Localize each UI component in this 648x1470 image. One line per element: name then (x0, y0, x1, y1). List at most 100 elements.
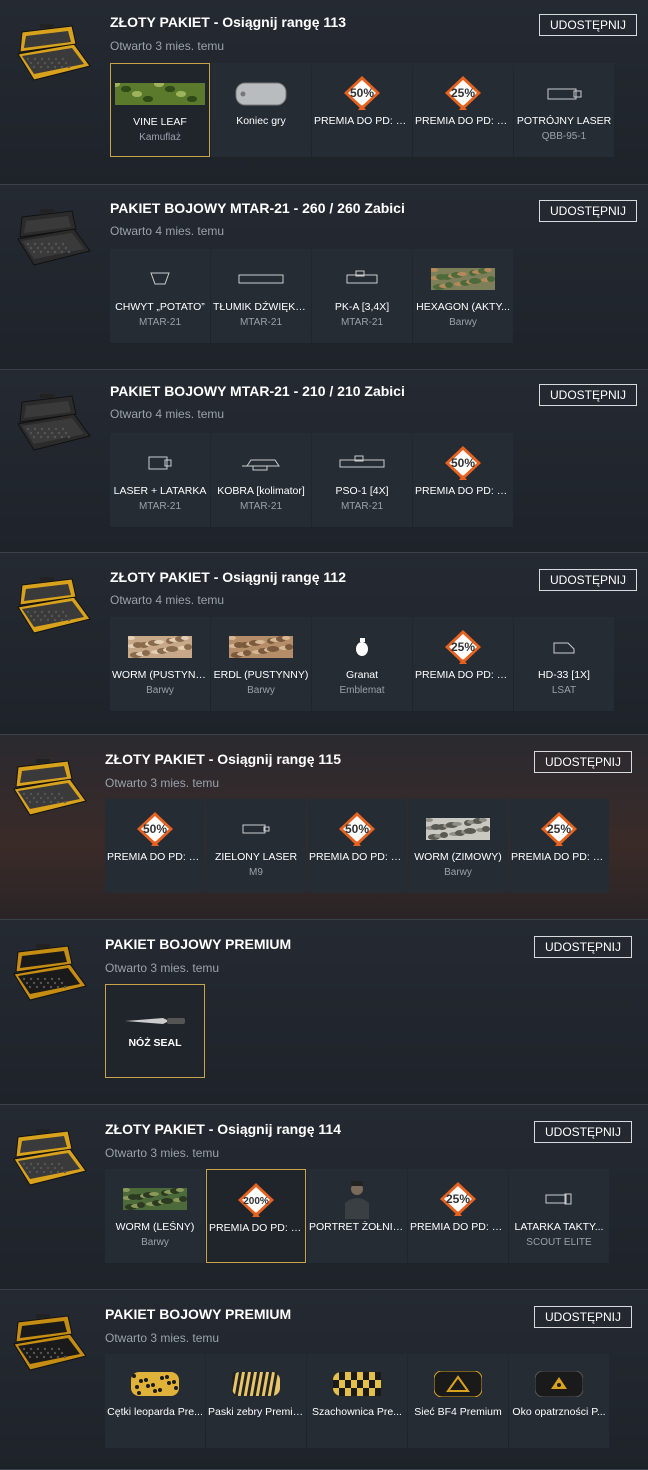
reward-item-portret-z-o-nie[interactable]: PORTRET ŻOŁNIE... (307, 1169, 407, 1263)
pack-card: PAKIET BOJOWY PREMIUM Otwarto 3 mies. tem… (0, 1290, 648, 1470)
reward-name: PORTRET ŻOŁNIE... (309, 1221, 405, 1233)
reward-list: NÓŻ SEAL (105, 984, 206, 1078)
share-button[interactable]: UDOSTĘPNIJ (539, 384, 637, 406)
reward-name: NÓŻ SEAL (128, 1037, 182, 1049)
reward-item-granat[interactable]: Granat Emblemat (312, 617, 412, 711)
checker-icon (307, 1366, 407, 1402)
reward-item-potro-jny-laser[interactable]: POTRÓJNY LASER QBB-95-1 (514, 63, 614, 157)
pack-title: ZŁOTY PAKIET - Osiągnij rangę 114 (105, 1121, 341, 1137)
reward-item-t-umik-dz-wie-ku[interactable]: TŁUMIK DŹWIĘKU ... MTAR-21 (211, 249, 311, 343)
black-case-icon (12, 207, 94, 277)
camo-hex-icon (413, 261, 513, 297)
reward-item-latarka-takty[interactable]: LATARKA TAKTY... SCOUT ELITE (509, 1169, 609, 1263)
reward-item-premia-do-pd-50[interactable]: 50% PREMIA DO PD: 50% (105, 799, 205, 893)
reward-item-erdl-pustynny[interactable]: ERDL (PUSTYNNY) Barwy (211, 617, 311, 711)
reward-item-pk-a-3-4x[interactable]: PK-A [3,4X] MTAR-21 (312, 249, 412, 343)
reward-item-zielony-laser[interactable]: ZIELONY LASER M9 (206, 799, 306, 893)
reward-list: 50% PREMIA DO PD: 50% ZIELONY LASER M9 50%… (105, 799, 610, 893)
reward-item-worm-les-ny[interactable]: WORM (LEŚNY) Barwy (105, 1169, 205, 1263)
reward-name: POTRÓJNY LASER (516, 115, 612, 127)
share-button[interactable]: UDOSTĘPNIJ (539, 200, 637, 222)
reward-item-oko-opatrznos-ci-p[interactable]: Oko opatrzności P... (509, 1354, 609, 1448)
reward-item-laser-latarka[interactable]: LASER + LATARKA MTAR-21 (110, 433, 210, 527)
opened-time: Otwarto 3 mies. temu (105, 1146, 220, 1160)
share-button[interactable]: UDOSTĘPNIJ (534, 936, 632, 958)
reward-item-szachownica-pre[interactable]: Szachownica Pre... (307, 1354, 407, 1448)
camo-woodland-icon (105, 1181, 205, 1217)
laser-light-icon (110, 445, 210, 481)
reward-item-vine-leaf[interactable]: VINE LEAF Kamuflaż (110, 63, 210, 157)
share-button[interactable]: UDOSTĘPNIJ (539, 14, 637, 36)
reward-item-hexagon-akty[interactable]: HEXAGON (AKTY... Barwy (413, 249, 513, 343)
pack-title: PAKIET BOJOWY MTAR-21 - 210 / 210 Zabici (110, 383, 405, 399)
reward-item-pso-1-4x[interactable]: PSO-1 [4X] MTAR-21 (312, 433, 412, 527)
reward-category: LSAT (551, 685, 577, 696)
reward-name: Oko opatrzności P... (512, 1406, 606, 1418)
reward-item-hd-33-1x[interactable]: HD-33 [1X] LSAT (514, 617, 614, 711)
xp-25-icon: 25% (408, 1181, 508, 1217)
reward-item-worm-pustynny[interactable]: WORM (PUSTYNNY) Barwy (110, 617, 210, 711)
camo-winter-icon (408, 811, 508, 847)
reward-name: PREMIA DO PD: 25% (415, 115, 511, 127)
reward-category: Barwy (146, 685, 174, 696)
reward-item-paski-zebry-premium[interactable]: Paski zebry Premium (206, 1354, 306, 1448)
reward-item-kobra-kolimator[interactable]: KOBRA [kolimator] MTAR-21 (211, 433, 311, 527)
reward-item-premia-do-pd-2[interactable]: 200% PREMIA DO PD: 2... (206, 1169, 306, 1263)
gold-case-icon (8, 942, 90, 1012)
reward-item-koniec-gry[interactable]: Koniec gry (211, 63, 311, 157)
pack-title: PAKIET BOJOWY PREMIUM (105, 1306, 292, 1322)
reward-name: PREMIA DO PD: 25% (415, 669, 511, 681)
pack-card: ZŁOTY PAKIET - Osiągnij rangę 115 Otwarto… (0, 735, 648, 920)
reward-item-premia-do-pd-25[interactable]: 25% PREMIA DO PD: 25% (413, 63, 513, 157)
opened-time: Otwarto 4 mies. temu (110, 407, 225, 421)
reward-name: CHWYT „POTATO” (115, 301, 205, 313)
pack-card: ZŁOTY PAKIET - Osiągnij rangę 112 Otwarto… (0, 553, 648, 735)
flashlight-icon (509, 1181, 609, 1217)
svg-text:25%: 25% (547, 822, 571, 836)
share-button[interactable]: UDOSTĘPNIJ (539, 569, 637, 591)
reward-name: PSO-1 [4X] (335, 485, 389, 497)
pack-title: ZŁOTY PAKIET - Osiągnij rangę 113 (110, 14, 346, 30)
gold-case-icon (8, 757, 90, 827)
gold-case-icon (8, 1312, 90, 1382)
reward-name: PREMIA DO PD: 25% (410, 1221, 506, 1233)
reward-item-premia-do-pd-50[interactable]: 50% PREMIA DO PD: 50% (312, 63, 412, 157)
reward-item-premia-do-pd-50[interactable]: 50% PREMIA DO PD: 50% (307, 799, 407, 893)
reward-list: VINE LEAF Kamuflaż Koniec gry 50% PREMIA D… (110, 63, 615, 157)
reward-name: LATARKA TAKTY... (514, 1221, 604, 1233)
reward-item-no-z-seal[interactable]: NÓŻ SEAL (105, 984, 205, 1078)
reward-category: Barwy (449, 317, 477, 328)
reward-item-premia-do-pd-25[interactable]: 25% PREMIA DO PD: 25% (413, 617, 513, 711)
opened-time: Otwarto 4 mies. temu (110, 593, 225, 607)
share-button[interactable]: UDOSTĘPNIJ (534, 1121, 632, 1143)
reward-item-chwyt-potato[interactable]: CHWYT „POTATO” MTAR-21 (110, 249, 210, 343)
scope-long-icon (312, 445, 412, 481)
svg-text:50%: 50% (345, 822, 369, 836)
reward-name: PREMIA DO PD: 50% (415, 485, 511, 497)
reward-name: Cętki leoparda Pre... (107, 1406, 203, 1418)
pack-card: ZŁOTY PAKIET - Osiągnij rangę 113 Otwarto… (0, 0, 648, 185)
reward-name: PREMIA DO PD: 50% (314, 115, 410, 127)
share-button[interactable]: UDOSTĘPNIJ (534, 1306, 632, 1328)
svg-text:25%: 25% (451, 640, 475, 654)
reward-item-premia-do-pd-25[interactable]: 25% PREMIA DO PD: 25% (408, 1169, 508, 1263)
reward-item-premia-do-pd-25[interactable]: 25% PREMIA DO PD: 25% (509, 799, 609, 893)
svg-text:50%: 50% (350, 86, 374, 100)
reward-name: ZIELONY LASER (214, 851, 298, 863)
xp-50-icon: 50% (312, 75, 412, 111)
zebra-icon (206, 1366, 306, 1402)
reward-name: Paski zebry Premium (208, 1406, 304, 1418)
xp-50-icon: 50% (307, 811, 407, 847)
pack-card: PAKIET BOJOWY MTAR-21 - 260 / 260 Zabici… (0, 185, 648, 370)
opened-time: Otwarto 4 mies. temu (110, 224, 225, 238)
share-button[interactable]: UDOSTĘPNIJ (534, 751, 632, 773)
reward-name: PREMIA DO PD: 50% (309, 851, 405, 863)
reward-item-siec-bf4-premium[interactable]: Sieć BF4 Premium (408, 1354, 508, 1448)
reward-category: MTAR-21 (138, 501, 182, 512)
reward-item-ce-tki-leoparda-pre[interactable]: Cętki leoparda Pre... (105, 1354, 205, 1448)
reward-item-worm-zimowy[interactable]: WORM (ZIMOWY) Barwy (408, 799, 508, 893)
laser-small-icon (206, 811, 306, 847)
xp-50-icon: 50% (105, 811, 205, 847)
reward-item-premia-do-pd-50[interactable]: 50% PREMIA DO PD: 50% (413, 433, 513, 527)
opened-time: Otwarto 3 mies. temu (110, 39, 225, 53)
